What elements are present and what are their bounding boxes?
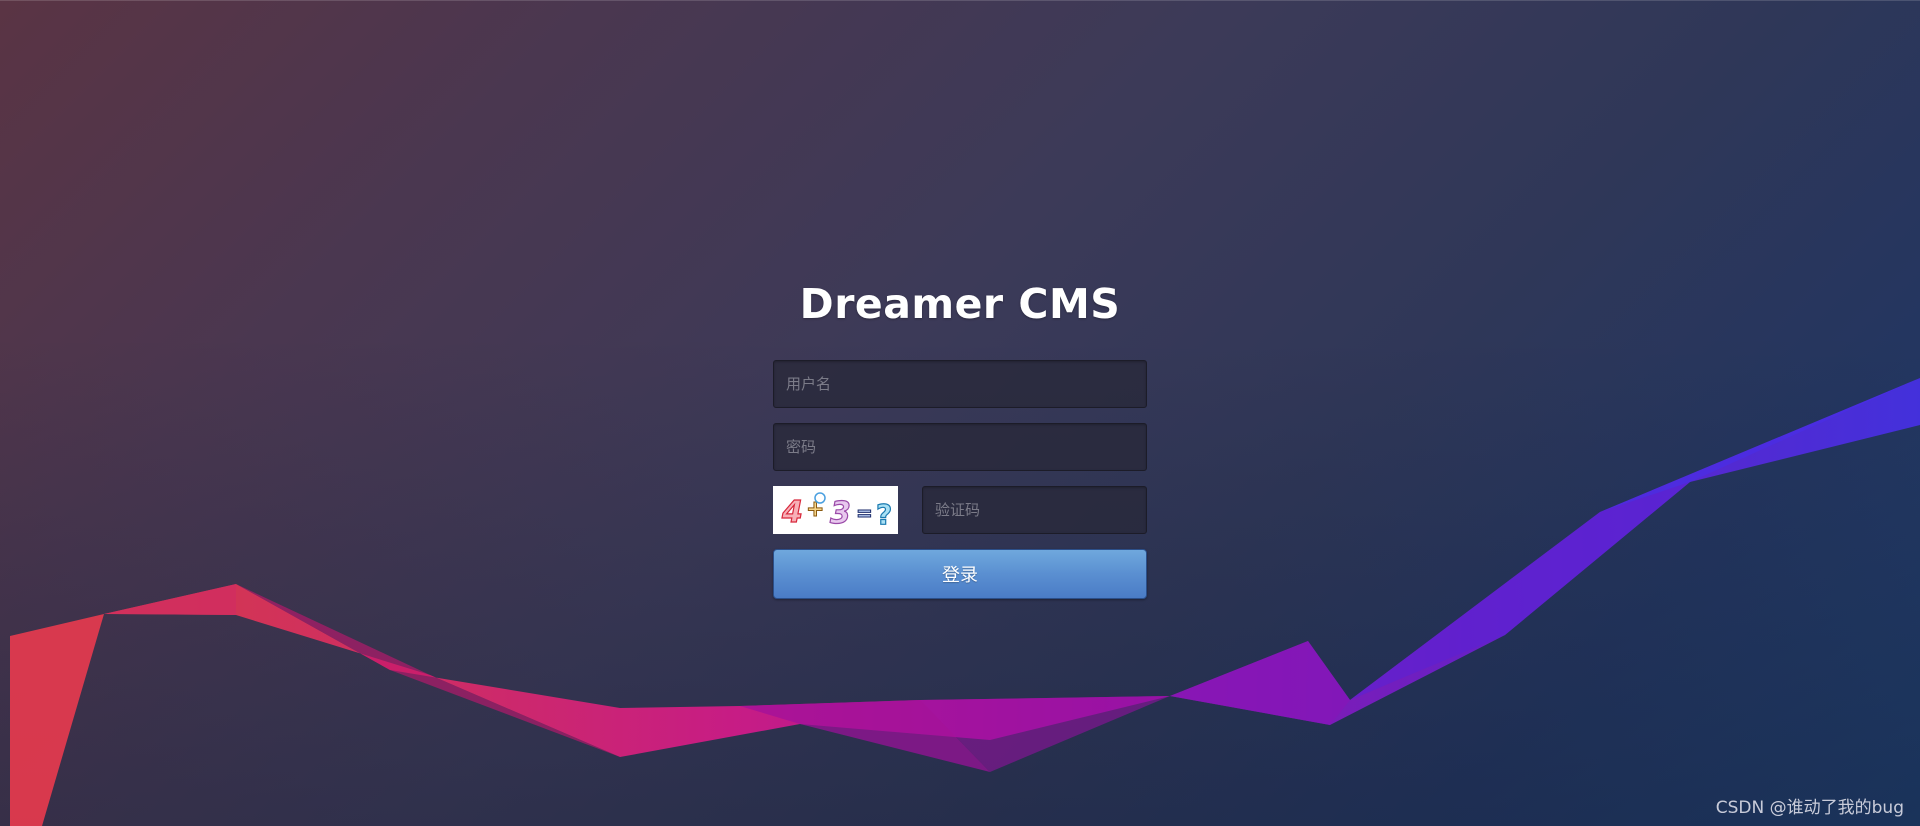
- svg-text:?: ?: [876, 498, 892, 531]
- svg-text:=: =: [856, 501, 873, 525]
- captcha-glyphs-icon: 4 + 3 = ?: [780, 492, 892, 532]
- svg-text:3: 3: [830, 496, 851, 531]
- watermark-text: CSDN @谁动了我的bug: [1715, 798, 1904, 818]
- captcha-image[interactable]: 4 + 3 = ?: [773, 486, 898, 534]
- login-form: Dreamer CMS 4 + 3 = ? 登录: [773, 276, 1147, 599]
- login-page: Dreamer CMS 4 + 3 = ? 登录 CSDN @谁动了我的bug: [0, 0, 1920, 826]
- captcha-input[interactable]: [922, 486, 1147, 534]
- captcha-row: 4 + 3 = ?: [773, 486, 1147, 534]
- login-button[interactable]: 登录: [773, 549, 1147, 599]
- svg-text:4: 4: [781, 495, 803, 530]
- username-input[interactable]: [773, 360, 1147, 408]
- password-input[interactable]: [773, 423, 1147, 471]
- page-title: Dreamer CMS: [799, 280, 1121, 328]
